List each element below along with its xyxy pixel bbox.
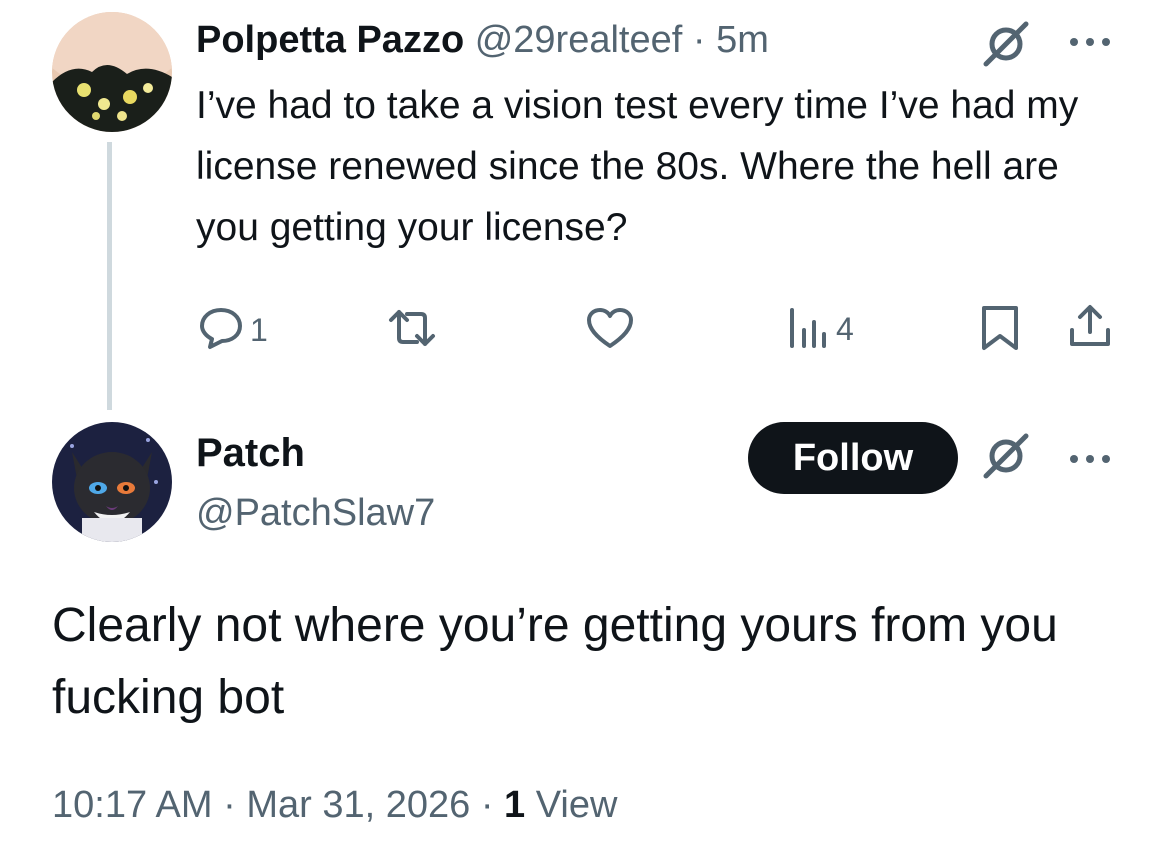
meta-separator: · [480,784,494,826]
reply-button[interactable]: 1 [198,306,268,355]
tweet-view-count: 1 [504,784,526,826]
reply-author-handle[interactable]: @29realteef [475,19,683,61]
reply-header-separator: · [692,19,706,61]
reply-text: I’ve had to take a vision test every tim… [196,84,1079,249]
tweet-time[interactable]: 10:17 AM [52,784,213,826]
views-button[interactable]: 4 [786,304,854,355]
grok-icon[interactable] [980,430,1032,482]
main-author-handle[interactable]: @PatchSlaw7 [196,488,435,538]
views-count: 4 [836,311,854,347]
main-tweet-text: Clearly not where you’re getting yours f… [52,599,1058,724]
tweet-view-label: View [535,784,618,826]
reply-avatar[interactable] [52,12,172,132]
main-avatar[interactable] [52,422,172,542]
reply-author-name[interactable]: Polpetta Pazzo [196,19,464,61]
reply-header: Polpetta Pazzo @29realteef · 5m [196,14,769,66]
grok-icon[interactable] [980,18,1032,70]
reply-timestamp[interactable]: 5m [716,19,769,61]
more-icon[interactable] [1066,30,1114,54]
heart-icon [585,306,635,355]
tweet-date[interactable]: Mar 31, 2026 [246,784,470,826]
follow-button[interactable]: Follow [748,422,958,494]
reply-count: 1 [250,312,268,348]
share-button[interactable] [1066,302,1114,355]
meta-separator: · [223,784,236,826]
tweet-meta: 10:17 AM · Mar 31, 2026 · 1 View [52,780,617,830]
main-author-name[interactable]: Patch [196,428,305,478]
bookmark-button[interactable] [978,304,1022,357]
retweet-icon [385,306,439,355]
share-icon [1066,302,1114,355]
retweet-button[interactable] [385,306,439,355]
bookmark-icon [978,304,1022,357]
like-button[interactable] [585,306,635,355]
thread-connector-line [107,142,112,410]
comment-icon [198,306,244,355]
analytics-icon [786,304,830,355]
more-icon[interactable] [1066,447,1114,471]
